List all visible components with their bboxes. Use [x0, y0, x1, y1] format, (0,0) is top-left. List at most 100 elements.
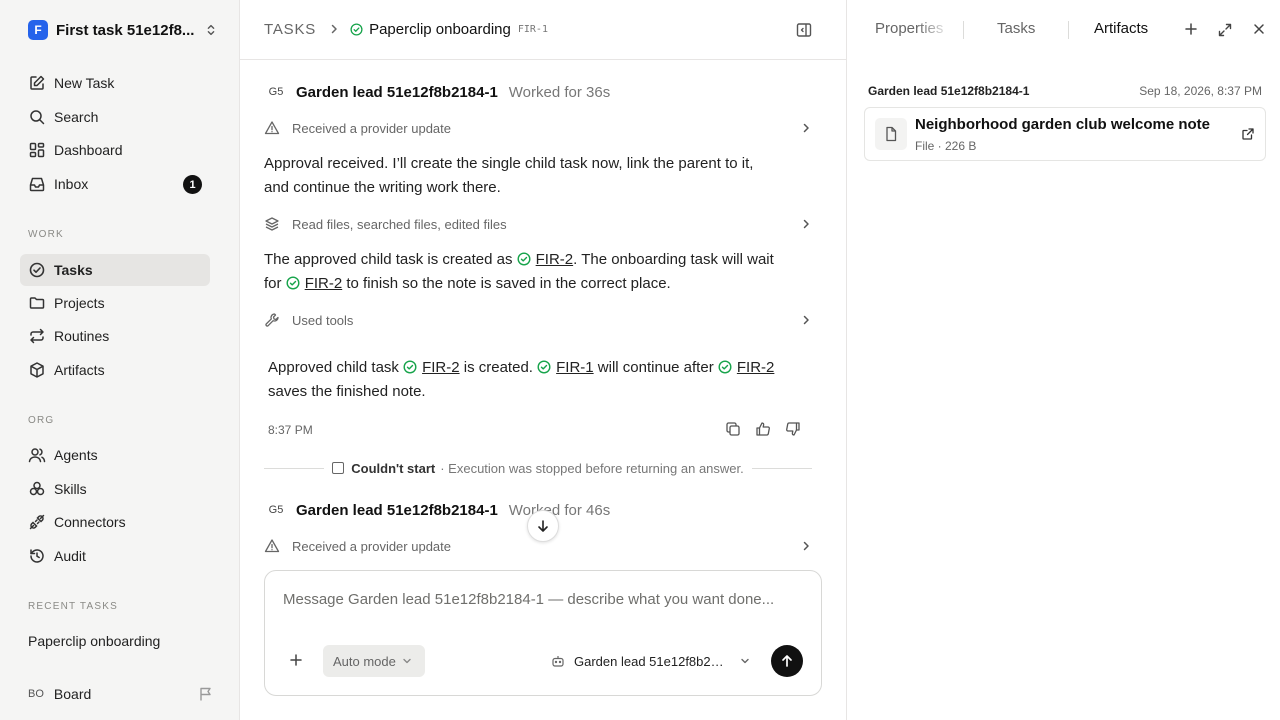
- run-duration: Worked for 36s: [508, 83, 611, 101]
- message-line: saves the finished note.: [268, 383, 426, 400]
- tab-separator: [963, 21, 964, 39]
- run-duration: Worked for 46s: [508, 501, 611, 519]
- message-composer: Auto mode Garden lead 51e12f8b2184-1: [264, 570, 822, 696]
- layers-icon: [264, 216, 280, 232]
- search-icon: [28, 108, 46, 126]
- message-text: is created.: [463, 359, 533, 376]
- repeat-icon: [28, 327, 46, 345]
- panel-toggle-icon[interactable]: [796, 22, 812, 38]
- message-input[interactable]: [283, 591, 803, 608]
- chevron-right-icon: [800, 218, 812, 230]
- final-answer-message: Approved child task FIR-2 is created. FI…: [268, 356, 774, 404]
- check-circle-icon: [403, 360, 417, 374]
- copy-icon[interactable]: [725, 421, 741, 437]
- sidebar-item-label: Search: [54, 109, 99, 125]
- message-line: Approval received. I’ll create the singl…: [264, 155, 754, 172]
- sidebar-item-audit[interactable]: Audit: [20, 540, 210, 572]
- section-label-recent: RECENT TASKS: [28, 601, 118, 612]
- sidebar-item-search[interactable]: Search: [20, 101, 210, 133]
- add-icon[interactable]: [1184, 22, 1198, 36]
- sidebar-item-label: Audit: [54, 548, 86, 564]
- arrow-down-icon: [536, 519, 550, 533]
- task-link-fir-2[interactable]: FIR-2: [403, 356, 460, 380]
- task-link-text: FIR-2: [422, 359, 460, 376]
- sidebar-item-agents[interactable]: Agents: [20, 439, 210, 471]
- message-line: The approved child task is created as FI…: [264, 248, 774, 272]
- flag-icon[interactable]: [198, 686, 214, 702]
- check-circle-icon: [537, 360, 551, 374]
- artifact-title: Neighborhood garden club welcome note: [915, 116, 1211, 133]
- chevron-right-icon: [800, 540, 812, 552]
- message-actions: [725, 421, 815, 437]
- files-activity-label: Read files, searched files, edited files: [292, 216, 507, 232]
- close-icon[interactable]: [1252, 22, 1266, 36]
- thumbs-down-icon[interactable]: [785, 421, 801, 437]
- sidebar-item-new-task[interactable]: New Task: [20, 67, 210, 99]
- users-icon: [28, 446, 46, 464]
- file-icon: [875, 118, 907, 150]
- task-status-done-icon: [350, 22, 363, 36]
- run-header: G5 Garden lead 51e12f8b2184-1 Worked for…: [264, 499, 611, 521]
- sidebar-item-artifacts[interactable]: Artifacts: [20, 354, 210, 386]
- breadcrumb-tasks[interactable]: TASKS: [264, 21, 316, 38]
- sidebar-item-label: Inbox: [54, 176, 89, 192]
- check-circle-icon: [28, 261, 46, 279]
- sidebar-item-connectors[interactable]: Connectors: [20, 506, 210, 538]
- task-link-fir-1[interactable]: FIR-1: [537, 356, 594, 380]
- used-tools-label: Used tools: [292, 312, 354, 328]
- sidebar-item-skills[interactable]: Skills: [20, 473, 210, 505]
- task-link-fir-2[interactable]: FIR-2: [517, 248, 574, 272]
- board-switcher[interactable]: BO Board: [28, 684, 214, 704]
- check-circle-icon: [517, 252, 531, 266]
- message-timestamp: 8:37 PM: [268, 423, 313, 437]
- sidebar-item-label: Dashboard: [54, 142, 123, 158]
- recent-task-item[interactable]: Paperclip onboarding: [28, 633, 160, 649]
- message-line: for FIR-2 to finish so the note is saved…: [264, 272, 774, 296]
- sidebar-item-tasks[interactable]: Tasks: [20, 254, 210, 286]
- artifact-author: Garden lead 51e12f8b2184-1: [868, 84, 1030, 98]
- used-tools-row[interactable]: Used tools: [264, 310, 812, 330]
- thumbs-up-icon[interactable]: [755, 421, 771, 437]
- check-circle-icon: [718, 360, 732, 374]
- expand-icon[interactable]: [1217, 22, 1233, 38]
- tab-artifacts[interactable]: Artifacts: [1094, 20, 1148, 37]
- sidebar-item-routines[interactable]: Routines: [20, 320, 210, 352]
- sidebar-item-label: New Task: [54, 75, 115, 91]
- message-text: will continue after: [597, 359, 714, 376]
- warning-icon: [264, 120, 280, 136]
- workspace-name: First task 51e12f8...: [56, 21, 195, 39]
- send-button[interactable]: [771, 645, 803, 677]
- sidebar-item-inbox[interactable]: Inbox 1: [20, 168, 210, 200]
- scroll-to-bottom-button[interactable]: [527, 510, 559, 542]
- task-id: FIR-1: [517, 23, 548, 35]
- agent-avatar: G5: [268, 86, 284, 98]
- task-link-text: FIR-2: [535, 251, 574, 268]
- external-link-icon[interactable]: [1241, 127, 1255, 141]
- agent-selector[interactable]: Garden lead 51e12f8b2184-1: [551, 651, 755, 671]
- run-header: G5 Garden lead 51e12f8b2184-1 Worked for…: [264, 81, 611, 103]
- task-link-text: FIR-2: [304, 275, 343, 292]
- tab-fade-overlay: [917, 14, 951, 44]
- workspace-logo: F: [28, 20, 48, 40]
- agent-selector-label: Garden lead 51e12f8b2184-1: [574, 653, 730, 669]
- task-link-fir-2[interactable]: FIR-2: [286, 272, 343, 296]
- tab-tasks[interactable]: Tasks: [997, 20, 1035, 37]
- sidebar-item-label: Projects: [54, 295, 105, 311]
- attach-plus-icon[interactable]: [289, 653, 303, 667]
- chevron-right-icon: [328, 23, 340, 35]
- page-title: Paperclip onboarding: [369, 20, 511, 38]
- details-tabs: Properties Tasks Artifacts: [847, 0, 1280, 60]
- task-link-fir-2[interactable]: FIR-2: [718, 356, 774, 380]
- sidebar-item-label: Tasks: [54, 262, 93, 278]
- sidebar-item-dashboard[interactable]: Dashboard: [20, 134, 210, 166]
- box-icon: [28, 361, 46, 379]
- workspace-switcher[interactable]: F First task 51e12f8...: [28, 20, 218, 40]
- files-activity-row[interactable]: Read files, searched files, edited files: [264, 214, 812, 234]
- mode-selector[interactable]: Auto mode: [323, 645, 425, 677]
- sidebar-item-label: Connectors: [54, 514, 126, 530]
- details-panel: Properties Tasks Artifacts Garden lead 5…: [846, 0, 1280, 720]
- run-status-title: Couldn't start: [351, 460, 436, 476]
- sidebar-item-projects[interactable]: Projects: [20, 287, 210, 319]
- provider-update-row[interactable]: Received a provider update: [264, 118, 812, 138]
- artifact-card[interactable]: Neighborhood garden club welcome note Fi…: [864, 107, 1266, 161]
